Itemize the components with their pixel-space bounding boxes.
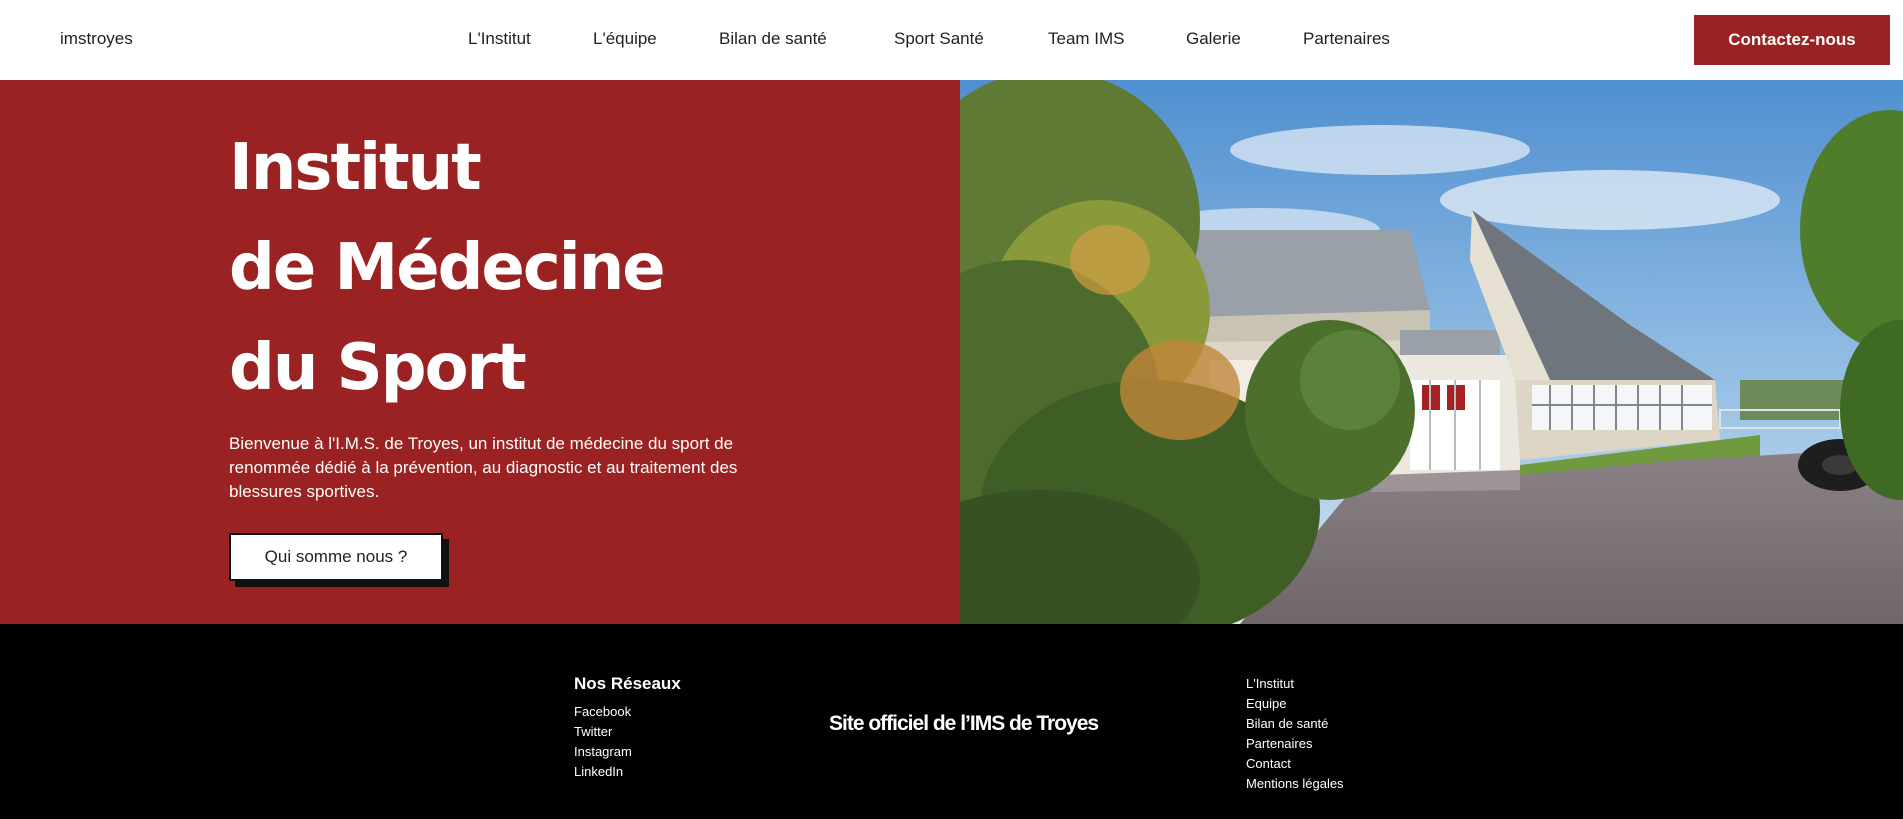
main-nav: L'Institut L'équipe Bilan de santé Sport… [0,29,1903,51]
social-link-instagram[interactable]: Instagram [574,742,632,762]
nav-item-sport-sante[interactable]: Sport Santé [894,29,984,49]
footer-links: L'Institut Equipe Bilan de santé Partena… [1246,674,1344,794]
socials-list: Facebook Twitter Instagram LinkedIn [574,702,632,782]
institute-building-photo [960,80,1903,624]
hero-section: Institut de Médecine du Sport Bienvenue … [0,80,1903,624]
about-us-button[interactable]: Qui somme nous ? [229,533,443,581]
hero-title-line-1: Institut [229,131,482,205]
hero-panel: Institut de Médecine du Sport Bienvenue … [0,80,960,624]
social-link-linkedin[interactable]: LinkedIn [574,762,632,782]
nav-item-equipe[interactable]: L'équipe [593,29,657,49]
footer-link-partenaires[interactable]: Partenaires [1246,734,1344,754]
hero-button-wrapper: Qui somme nous ? [229,533,449,587]
nav-item-team-ims[interactable]: Team IMS [1048,29,1125,49]
footer-tagline: Site officiel de l’IMS de Troyes [829,712,1099,735]
footer-link-institut[interactable]: L'Institut [1246,674,1344,694]
social-link-facebook[interactable]: Facebook [574,702,632,722]
footer-link-bilan-sante[interactable]: Bilan de santé [1246,714,1344,734]
hero-title-line-2: de Médecine [229,231,666,305]
footer-link-equipe[interactable]: Equipe [1246,694,1344,714]
hero-description: Bienvenue à l'I.M.S. de Troyes, un insti… [229,434,738,501]
nav-item-galerie[interactable]: Galerie [1186,29,1241,49]
socials-heading: Nos Réseaux [574,674,681,693]
hero-title: Institut de Médecine du Sport [229,118,666,418]
social-link-twitter[interactable]: Twitter [574,722,632,742]
nav-item-institut[interactable]: L'Institut [468,29,531,49]
contact-button[interactable]: Contactez-nous [1694,15,1890,65]
site-footer: Nos Réseaux Facebook Twitter Instagram L… [0,624,1903,819]
hero-title-line-3: du Sport [229,331,527,405]
site-header: imstroyes L'Institut L'équipe Bilan de s… [0,0,1903,80]
nav-item-bilan-sante[interactable]: Bilan de santé [719,29,827,49]
footer-link-contact[interactable]: Contact [1246,754,1344,774]
nav-item-partenaires[interactable]: Partenaires [1303,29,1390,49]
footer-link-mentions-legales[interactable]: Mentions légales [1246,774,1344,794]
